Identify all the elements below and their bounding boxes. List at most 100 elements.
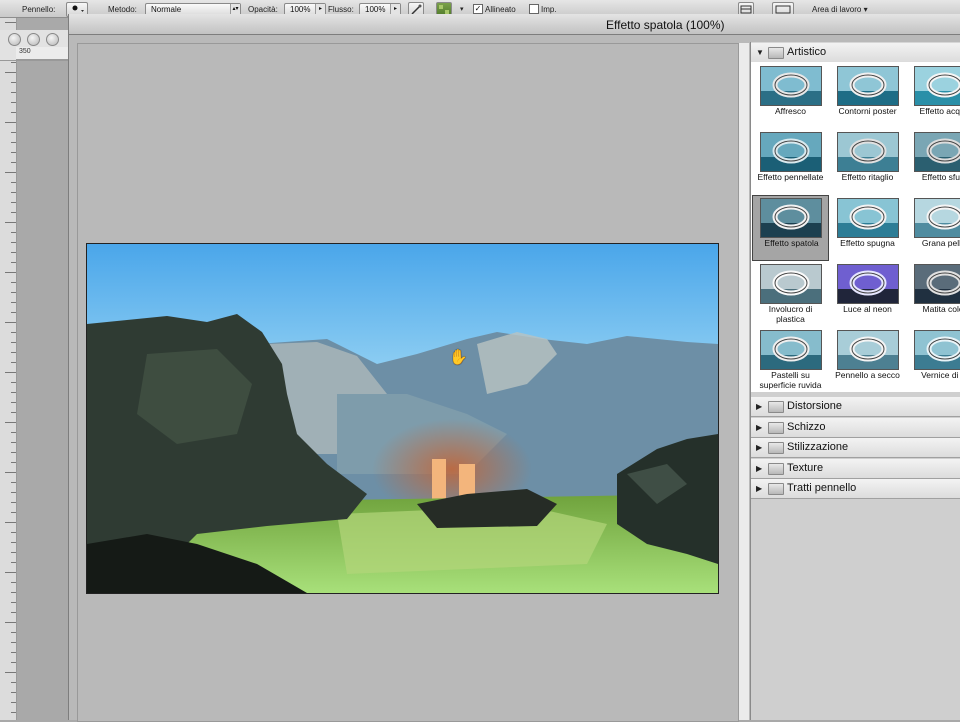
category-header[interactable]: ▶ Texture (751, 458, 960, 479)
ruler-tick (5, 22, 16, 23)
ruler-tick (11, 682, 16, 683)
filter-label: Effetto acque (906, 106, 960, 116)
filter-label: Effetto ritaglio (829, 172, 906, 182)
filter-item[interactable]: Matita color (906, 261, 960, 327)
effetto-spugna-thumbnail (837, 198, 899, 238)
filter-label: Luce al neon (829, 304, 906, 314)
category-label: Schizzo (787, 420, 826, 433)
category-header[interactable]: ▶ Schizzo (751, 417, 960, 438)
ruler-tick (5, 172, 16, 173)
category-label: Tratti pennello (787, 482, 857, 494)
ruler-tick (5, 72, 16, 73)
effetto-spatola-thumbnail (760, 198, 822, 238)
filter-item[interactable]: Involucro di plastica (752, 261, 829, 327)
filter-item[interactable]: Affresco (752, 63, 829, 129)
filter-item[interactable]: Grana pellic (906, 195, 960, 261)
triangle-right-icon: ▶ (756, 402, 763, 411)
filter-item[interactable]: Effetto sfum (906, 129, 960, 195)
preview-scrollbar[interactable] (738, 43, 749, 720)
ruler-tick (11, 142, 16, 143)
filter-label: Pastelli su superficie ruvida (752, 370, 829, 390)
filter-item[interactable]: Contorni poster (829, 63, 906, 129)
close-window-icon[interactable] (8, 33, 21, 46)
minimize-window-icon[interactable] (27, 33, 40, 46)
ruler-tick (11, 612, 16, 613)
ruler-tick (11, 212, 16, 213)
sample-checkbox[interactable] (529, 4, 539, 14)
filter-item[interactable]: Effetto spugna (829, 195, 906, 261)
matita-colorata-thumbnail (914, 264, 960, 304)
involucro-plastica-thumbnail (760, 264, 822, 304)
effetto-pennellate-thumbnail (760, 132, 822, 172)
ruler-tick (11, 692, 16, 693)
category-label: Distorsione (787, 400, 843, 412)
filter-item[interactable]: Luce al neon (829, 261, 906, 327)
ruler-tick (11, 482, 16, 483)
category-header[interactable]: ▶ Stilizzazione (751, 438, 960, 458)
category-header[interactable]: ▶ Tratti pennello (751, 479, 960, 499)
preview-image[interactable]: ✋ (86, 243, 719, 594)
ruler-tick (11, 412, 16, 413)
ruler-tick (11, 282, 16, 283)
opacity-value: 100% (290, 5, 311, 14)
ruler-tick (11, 352, 16, 353)
sample-label: Imp. (541, 5, 557, 14)
contorni-poster-thumbnail (837, 66, 899, 106)
filter-label: Effetto sfum (906, 172, 960, 182)
ruler-tick (11, 402, 16, 403)
ruler-tick (11, 562, 16, 563)
filter-item[interactable]: Pastelli su superficie ruvida (752, 327, 829, 393)
filter-item[interactable]: Vernice di fo (906, 327, 960, 393)
effetto-sfumino-thumbnail (914, 132, 960, 172)
mode-value: Normale (151, 5, 182, 14)
ruler-tick (11, 232, 16, 233)
ruler-tick (11, 102, 16, 103)
ruler-tick (5, 572, 16, 573)
dialog-title: Effetto spatola (100%) (606, 18, 725, 32)
ruler-tick (11, 192, 16, 193)
ruler-tick (5, 472, 16, 473)
ruler-tick (5, 122, 16, 123)
ruler-tick (11, 252, 16, 253)
zoom-window-icon[interactable] (46, 33, 59, 46)
ruler-tick (11, 642, 16, 643)
ruler-tick (11, 302, 16, 303)
ruler-tick (5, 522, 16, 523)
workspace-menu[interactable]: Area di lavoro ▾ (812, 5, 868, 14)
ruler-tick (11, 312, 16, 313)
filter-label-line: Pastelli su (771, 370, 810, 380)
brush-label: Pennello: (22, 5, 56, 14)
workspace-label: Area di lavoro (812, 5, 862, 14)
flow-value: 100% (365, 5, 386, 14)
filter-label: Involucro di plastica (752, 304, 829, 324)
category-label: Stilizzazione (787, 441, 849, 453)
ruler-tick (11, 462, 16, 463)
filter-item[interactable]: Effetto pennellate (752, 129, 829, 195)
ruler-tick (11, 712, 16, 713)
aligned-checkbox[interactable]: ✓ (473, 4, 483, 14)
ruler-tick (11, 162, 16, 163)
ruler-tick (11, 592, 16, 593)
ruler-tick (11, 112, 16, 113)
filter-label-line: Luce al neon (843, 304, 892, 314)
ruler-tick (11, 502, 16, 503)
ruler-tick (5, 322, 16, 323)
ruler-tick (5, 222, 16, 223)
folder-icon (768, 462, 784, 475)
filter-label: Effetto pennellate (752, 172, 829, 182)
filter-label-line: Effetto spugna (840, 238, 895, 248)
chevron-down-icon[interactable]: ▾ (460, 5, 464, 13)
category-header[interactable]: ▶ Distorsione (751, 397, 960, 417)
filter-item[interactable]: Effetto acque (906, 63, 960, 129)
filter-item[interactable]: Pennello a secco (829, 327, 906, 393)
filter-label-line: Matita color (922, 304, 960, 314)
category-artistico[interactable]: ▼ Artistico (751, 43, 960, 63)
landscape-painting (87, 244, 718, 593)
filter-panel: ▼ Artistico Affresco Contorni poster Effet… (750, 42, 960, 720)
filter-label-line: Effetto sfum (921, 172, 960, 182)
filter-label-line: Effetto ritaglio (841, 172, 894, 182)
filter-item[interactable]: Effetto spatola (752, 195, 829, 261)
ruler-tick (11, 632, 16, 633)
triangle-right-icon: ▶ (756, 484, 763, 493)
filter-item[interactable]: Effetto ritaglio (829, 129, 906, 195)
